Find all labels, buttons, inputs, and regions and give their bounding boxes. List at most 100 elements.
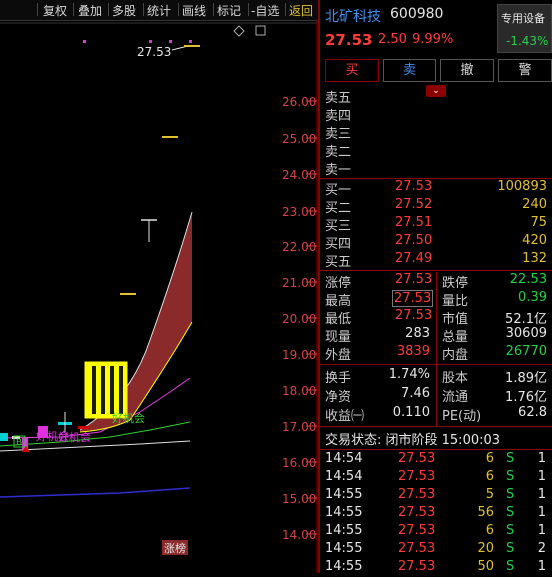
toolbar-statistics[interactable]: 统计 (147, 2, 171, 19)
bid-row: 买一 27.53 100893 (320, 179, 552, 198)
tick-time: 14:55 (325, 523, 363, 538)
stock-name[interactable]: 北矿科技 (325, 6, 381, 26)
tick-side: S (506, 469, 515, 484)
sector-change-pct: -1.43% (506, 34, 549, 48)
ma-line-blue (0, 487, 191, 498)
toolbar-multi-stock[interactable]: 多股 (112, 2, 136, 19)
cancel-order-button[interactable]: 撤 (440, 59, 494, 82)
ask-row: 卖一 (320, 159, 552, 178)
fin-value: 62.8 (518, 405, 547, 420)
bid-label: 买二 (325, 201, 352, 216)
stat-value: 52.1亿 (505, 312, 547, 327)
sell-button[interactable]: 卖 (383, 59, 436, 82)
big-yellow-candle (84, 361, 128, 419)
signal-dot (189, 40, 192, 43)
toolbar-separator (143, 3, 144, 16)
stat-label: 市值 (442, 312, 469, 327)
kline-chart[interactable]: 26.00 25.00 24.00 23.00 22.00 21.00 20.0… (0, 20, 318, 573)
toolbar-fuquan[interactable]: 复权 (43, 2, 67, 19)
y-tick-label: 19.00 (282, 348, 316, 362)
fin-value: 7.46 (401, 386, 430, 401)
tick-price: 27.53 (398, 487, 436, 502)
bid-row: 买二 27.52 240 (320, 197, 552, 216)
tick-price: 27.53 (398, 451, 436, 466)
toolbar-draw-line[interactable]: 画线 (182, 2, 206, 19)
fin-label: 收益㈠ (325, 409, 365, 424)
trading-status: 交易状态: 闭市阶段 15:00:03 (320, 429, 552, 448)
bid-volume: 75 (530, 215, 547, 230)
tick-count: 1 (537, 523, 546, 538)
toolbar-separator (73, 3, 74, 16)
ask-label: 卖二 (325, 145, 352, 160)
ma-line-white (0, 440, 191, 452)
bid-label: 买五 (325, 255, 352, 270)
stock-code: 600980 (390, 6, 444, 22)
stat-label: 总量 (442, 330, 469, 345)
signal-dot (149, 40, 152, 43)
bid-price: 27.52 (395, 197, 433, 212)
y-tick-label: 15.00 (282, 492, 316, 506)
stat-value: 3839 (396, 344, 430, 359)
toolbar-mark[interactable]: 标记 (217, 2, 241, 19)
tick-time: 14:54 (325, 469, 363, 484)
stat-value: 27.53 (395, 272, 433, 287)
sector-box[interactable]: 专用设备 -1.43% (497, 4, 552, 53)
section-divider (320, 270, 552, 271)
tick-row: 14:54 27.53 6 S 1 (320, 469, 552, 487)
tick-count: 2 (537, 541, 546, 556)
bid-volume: 420 (522, 233, 547, 248)
tick-row: 14:54 27.53 6 S 1 (320, 451, 552, 469)
bid-price: 27.49 (395, 251, 433, 266)
tick-time: 14:55 (325, 541, 363, 556)
stat-label: 跌停 (442, 276, 469, 291)
tick-volume: 50 (477, 559, 494, 574)
tick-price: 27.53 (398, 541, 436, 556)
fin-value: 1.76亿 (505, 390, 547, 405)
ask-label: 卖一 (325, 163, 352, 178)
stat-value: 283 (405, 326, 430, 341)
bid-price: 27.50 (395, 233, 433, 248)
tick-row: 14:55 27.53 6 S 1 (320, 523, 552, 541)
stat-value: 26770 (505, 344, 547, 359)
fin-label: 净资 (325, 390, 352, 405)
ask-row: 卖四 (320, 105, 552, 124)
y-tick-label: 16.00 (282, 456, 316, 470)
y-tick-label: 25.00 (282, 132, 316, 146)
tick-side: S (506, 451, 515, 466)
toolbar-watchlist[interactable]: -自选 (251, 2, 279, 19)
bid-label: 买三 (325, 219, 352, 234)
tick-side: S (506, 487, 515, 502)
candle (0, 433, 8, 441)
tick-time: 14:55 (325, 505, 363, 520)
back-button[interactable]: 返回 (289, 2, 313, 19)
tick-count: 1 (537, 559, 546, 574)
stat-value: 22.53 (509, 272, 547, 287)
stat-value: 30609 (505, 326, 547, 341)
stat-value: 27.53 (395, 308, 433, 323)
bid-row: 买五 27.49 132 (320, 251, 552, 270)
tick-row: 14:55 27.53 5 S 1 (320, 487, 552, 505)
bid-price: 27.51 (395, 215, 433, 230)
section-divider (320, 449, 552, 450)
candle (78, 426, 90, 429)
alert-button[interactable]: 警 (498, 59, 552, 82)
diamond-icon[interactable] (233, 25, 245, 37)
toolbar-separator (285, 3, 286, 16)
buy-signal-letter: B (16, 438, 22, 448)
y-tick-label: 17.00 (282, 420, 316, 434)
tick-price: 27.53 (398, 523, 436, 538)
y-tick-label: 18.00 (282, 384, 316, 398)
window-toggle-icon[interactable] (255, 25, 266, 36)
chart-toolbar: 复权 叠加 多股 统计 画线 标记 -自选 返回 (0, 0, 318, 21)
fin-row: 收益㈠ 0.110 PE(动) 62.8 (320, 405, 552, 424)
signal-annotation: 好机会 (58, 430, 91, 444)
toolbar-overlay[interactable]: 叠加 (78, 2, 102, 19)
tick-price: 27.53 (398, 559, 436, 574)
tick-volume: 6 (485, 523, 494, 538)
ask-row: 卖三 (320, 123, 552, 142)
stat-row: 现量 283 总量 30609 (320, 326, 552, 345)
fin-label: 股本 (442, 371, 469, 386)
fin-value: 1.89亿 (505, 371, 547, 386)
buy-button[interactable]: 买 (325, 59, 379, 82)
tick-side: S (506, 541, 515, 556)
